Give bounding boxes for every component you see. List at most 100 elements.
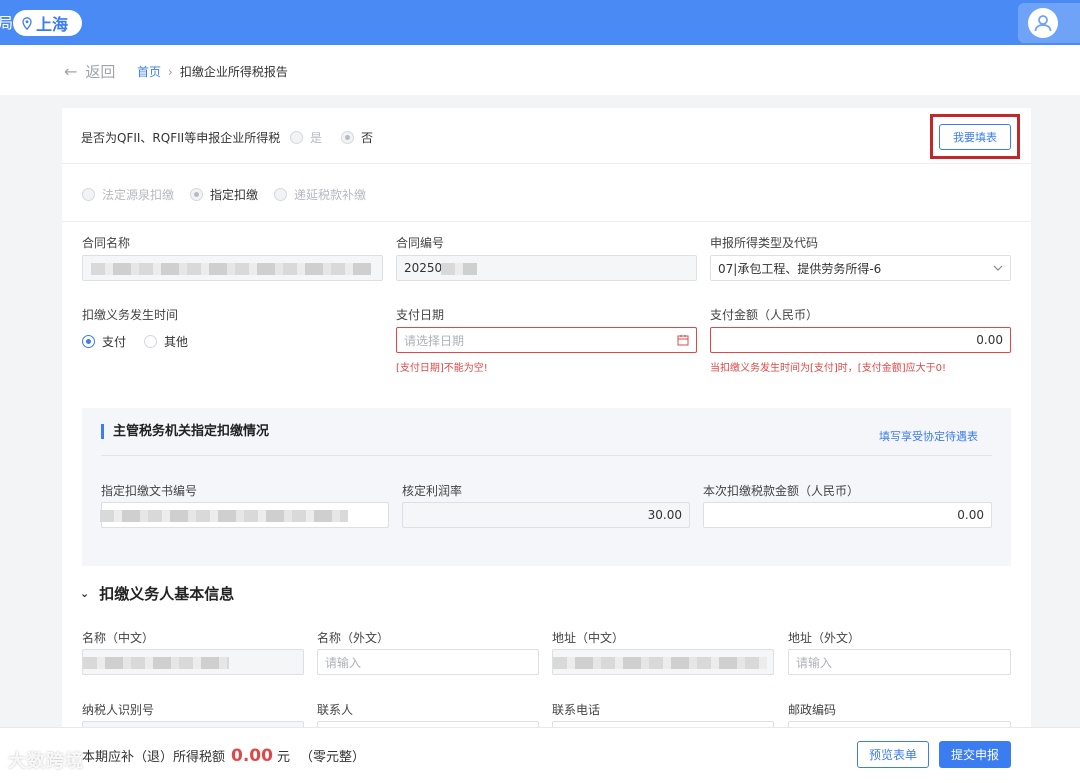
highlight-box: 我要填表: [930, 114, 1020, 159]
tax-amount-input[interactable]: 0.00: [703, 502, 992, 528]
chevron-down-icon: ⌄: [80, 587, 90, 600]
withholding-option-statutory[interactable]: 法定源泉扣缴: [82, 186, 174, 203]
contract-number-label: 合同编号: [396, 236, 445, 250]
addr-foreign-placeholder: 请输入: [796, 655, 833, 670]
summary-unit: 元: [276, 750, 290, 765]
contract-number-value: 20250: [404, 261, 443, 275]
occur-option-pay[interactable]: 支付: [82, 333, 126, 350]
sub-header: ← 返回 首页 › 扣缴企业所得税报告: [0, 45, 1080, 95]
calendar-icon: [677, 335, 689, 346]
tax-amount-label: 本次扣缴税款金额（人民币）: [703, 484, 860, 498]
form-card: 是否为QFII、RQFII等申报企业所得税 是 否 我要填表 法定源泉扣缴 指定…: [62, 108, 1031, 783]
pay-date-label: 支付日期: [396, 308, 445, 322]
top-bar: 局 上海: [0, 0, 1080, 45]
addr-cn-input[interactable]: [552, 649, 774, 675]
fill-form-button[interactable]: 我要填表: [939, 124, 1011, 150]
radio-dot: [274, 188, 287, 201]
radio-label: 递延税款补缴: [294, 188, 367, 202]
authority-panel-title: 主管税务机关指定扣缴情况: [101, 424, 269, 439]
location-pin-icon: [22, 16, 32, 30]
agent-info-toggle[interactable]: ⌄ 扣缴义务人基本信息: [80, 583, 234, 604]
radio-label: 其他: [164, 335, 189, 349]
withholding-type-row: 法定源泉扣缴 指定扣缴 递延税款补缴: [62, 164, 1031, 222]
redacted-text: [91, 263, 371, 275]
back-button[interactable]: ← 返回: [64, 61, 115, 82]
radio-dot: [341, 131, 354, 144]
redacted-text: [100, 510, 348, 522]
summary-amount: 0.00: [231, 746, 273, 766]
tax-amount-value: 0.00: [957, 508, 984, 522]
name-foreign-placeholder: 请输入: [325, 655, 362, 670]
tax-summary: 本期应补（退）所得税额 0.00 元 （零元整）: [82, 746, 365, 766]
pay-date-input[interactable]: 请选择日期: [396, 327, 697, 353]
authority-panel: 主管税务机关指定扣缴情况 填写享受协定待遇表 指定扣缴文书编号 核定利润率 30…: [82, 408, 1011, 566]
income-type-value: 07|承包工程、提供劳务所得-6: [718, 261, 882, 276]
breadcrumb: 首页 › 扣缴企业所得税报告: [137, 63, 288, 80]
location-label: 上海: [36, 15, 69, 34]
addr-foreign-label: 地址（外文）: [788, 631, 861, 645]
radio-label: 指定扣缴: [210, 188, 259, 202]
qfii-question: 是否为QFII、RQFII等申报企业所得税: [81, 131, 281, 145]
agent-info-title: 扣缴义务人基本信息: [99, 585, 235, 603]
name-cn-label: 名称（中文）: [82, 631, 155, 645]
contract-number-input[interactable]: 20250: [396, 255, 697, 281]
contact-label: 联系人: [317, 703, 354, 717]
name-foreign-input[interactable]: 请输入: [317, 649, 539, 675]
footer-bar: 本期应补（退）所得税额 0.00 元 （零元整） 大数跨境 预览表单 提交申报: [0, 727, 1080, 783]
radio-label: 否: [361, 131, 374, 145]
avatar[interactable]: [1028, 8, 1058, 38]
contract-name-label: 合同名称: [82, 236, 131, 250]
location-selector[interactable]: 上海: [13, 10, 82, 36]
pay-amount-value: 0.00: [976, 333, 1003, 347]
radio-dot: [190, 188, 203, 201]
summary-label: 本期应补（退）所得税额: [82, 750, 226, 765]
qfii-yes-radio[interactable]: 是: [290, 129, 322, 146]
chevron-down-icon: [993, 265, 1003, 271]
arrow-left-icon: ←: [64, 62, 78, 81]
qfii-no-radio[interactable]: 否: [341, 129, 373, 146]
name-cn-input[interactable]: [82, 649, 304, 675]
addr-cn-label: 地址（中文）: [552, 631, 625, 645]
redacted-text: [83, 657, 229, 669]
pay-date-error: [支付日期]不能为空!: [396, 363, 488, 374]
withholding-option-deferred[interactable]: 递延税款补缴: [274, 186, 366, 203]
profit-rate-value: 30.00: [647, 508, 682, 522]
watermark: 大数跨境: [8, 751, 84, 772]
occur-option-other[interactable]: 其他: [144, 333, 188, 350]
treaty-form-link[interactable]: 填写享受协定待遇表: [879, 428, 978, 444]
site-title-fragment: 局: [0, 14, 14, 32]
user-icon: [1034, 15, 1052, 32]
user-menu[interactable]: [1018, 3, 1080, 43]
contract-name-input[interactable]: [82, 255, 383, 281]
pay-amount-input[interactable]: 0.00: [710, 327, 1011, 353]
radio-dot: [290, 131, 303, 144]
breadcrumb-home[interactable]: 首页: [137, 63, 161, 80]
withholding-option-designated[interactable]: 指定扣缴: [190, 186, 258, 203]
radio-dot: [144, 335, 157, 348]
qfii-row: 是否为QFII、RQFII等申报企业所得税 是 否 我要填表: [62, 108, 1031, 164]
postcode-label: 邮政编码: [788, 703, 837, 717]
redacted-text: [553, 657, 767, 669]
pay-amount-error: 当扣缴义务发生时间为[支付]时，[支付金额]应大于0!: [710, 363, 946, 374]
doc-number-input[interactable]: [100, 502, 389, 528]
submit-button[interactable]: 提交申报: [939, 741, 1011, 768]
summary-amount-words: （零元整）: [299, 750, 365, 765]
doc-number-label: 指定扣缴文书编号: [101, 484, 198, 498]
pay-amount-label: 支付金额（人民币）: [710, 308, 819, 322]
divider: [101, 455, 992, 456]
phone-label: 联系电话: [552, 703, 601, 717]
radio-label: 是: [310, 131, 323, 145]
addr-foreign-input[interactable]: 请输入: [788, 649, 1011, 675]
name-foreign-label: 名称（外文）: [317, 631, 390, 645]
breadcrumb-current: 扣缴企业所得税报告: [179, 65, 288, 79]
pay-date-placeholder: 请选择日期: [404, 333, 465, 348]
radio-label: 法定源泉扣缴: [102, 188, 175, 202]
taxpayer-id-label: 纳税人识别号: [82, 703, 155, 717]
income-type-select[interactable]: 07|承包工程、提供劳务所得-6: [710, 255, 1011, 281]
occur-time-label: 扣缴义务发生时间: [82, 308, 179, 322]
preview-button[interactable]: 预览表单: [857, 741, 929, 768]
back-label: 返回: [85, 63, 116, 81]
income-type-label: 申报所得类型及代码: [710, 236, 819, 250]
profit-rate-input[interactable]: 30.00: [402, 502, 690, 528]
radio-dot: [82, 335, 95, 348]
